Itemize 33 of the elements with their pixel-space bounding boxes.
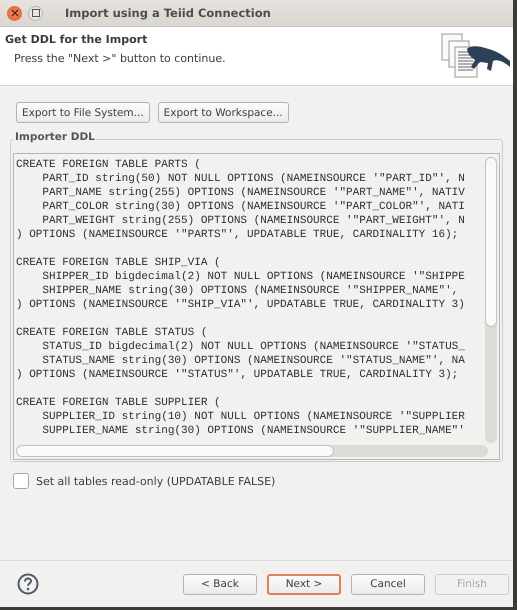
page-message: Press the "Next >" button to continue. [13, 52, 226, 65]
export-button[interactable]: Export to File System... [16, 102, 150, 123]
code-line: SUPPLIER_ID string(10) NOT NULL OPTIONS (NAMEINSOURCE '"SUPPLIER [41, 410, 466, 424]
group-label: Importer DDL [14, 131, 96, 143]
dialog-button[interactable]: < Back [183, 574, 257, 594]
checkbox[interactable] [13, 473, 29, 489]
code-line: ) OPTIONS (NAMEINSOURCE '"PARTS"', UPDATABLE TRUE, CARDINALITY 16); [16, 228, 460, 242]
checkbox-label[interactable]: Set all tables read-only (UPDATABLE FALSE) [36, 474, 276, 488]
page-title: Get DDL for the Import [5, 33, 148, 46]
code-line: ) OPTIONS (NAMEINSOURCE '"SHIP_VIA"', UPDATABLE TRUE, CARDINALITY 3) [16, 298, 466, 312]
window-title: Import using a Teiid Connection [65, 6, 271, 20]
help-icon[interactable] [17, 573, 39, 595]
vertical-scrollbar[interactable] [485, 157, 497, 443]
horizontal-scrollbar[interactable] [16, 445, 488, 457]
code-line: ) OPTIONS (NAMEINSOURCE '"STATUS"', UPDATABLE TRUE, CARDINALITY 3); [16, 368, 460, 382]
maximize-icon[interactable] [28, 6, 43, 20]
export-button[interactable]: Export to Workspace... [158, 102, 289, 123]
code-line: CREATE FOREIGN TABLE PARTS ( [16, 158, 202, 172]
code-line: CREATE FOREIGN TABLE SHIP_VIA ( [16, 256, 222, 270]
code-line: SHIPPER_ID bigdecimal(2) NOT NULL OPTIONS (NAMEINSOURCE '"SHIPPE [41, 270, 466, 284]
code-line: STATUS_ID bigdecimal(2) NOT NULL OPTIONS (NAMEINSOURCE '"STATUS_ [41, 340, 466, 354]
close-icon[interactable] [7, 6, 22, 20]
code-line: PART_COLOR string(30) OPTIONS (NAMEINSOURCE '"PART_COLOR"', NATI [41, 200, 466, 214]
code-line: PART_WEIGHT string(255) OPTIONS (NAMEINSOURCE '"PART_WEIGHT"', N [41, 214, 466, 228]
code-line: PART_ID string(50) NOT NULL OPTIONS (NAMEINSOURCE '"PART_ID"', N [41, 172, 466, 186]
dialog-button[interactable]: Cancel [351, 574, 425, 594]
dialog-button[interactable]: Next > [267, 574, 341, 594]
code-line: SUPPLIER_NAME string(30) OPTIONS (NAMEINSOURCE '"SUPPLIER_NAME"' [41, 424, 466, 438]
code-line: CREATE FOREIGN TABLE STATUS ( [16, 326, 208, 340]
code-line: CREATE FOREIGN TABLE SUPPLIER ( [16, 396, 222, 410]
code-line: SHIPPER_NAME string(30) OPTIONS (NAMEINSOURCE '"SHIPPER_NAME"', [41, 284, 460, 298]
code-line: PART_NAME string(255) OPTIONS (NAMEINSOURCE '"PART_NAME"', NATIV [41, 186, 466, 200]
code-line: STATUS_NAME string(30) OPTIONS (NAMEINSOURCE '"STATUS_NAME"', NA [41, 354, 466, 368]
